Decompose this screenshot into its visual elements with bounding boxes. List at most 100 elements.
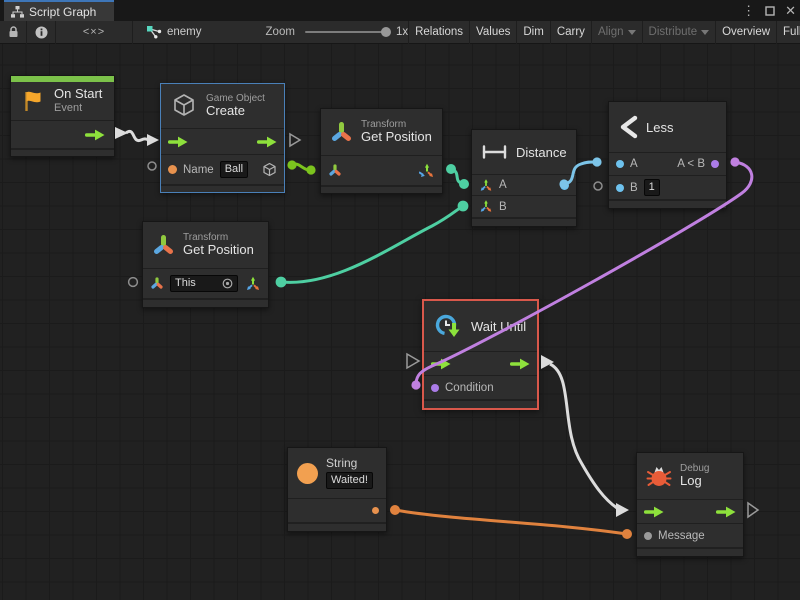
node-footer bbox=[11, 148, 114, 156]
flow-output-port[interactable] bbox=[85, 129, 105, 141]
zoom-value: 1x bbox=[396, 26, 408, 38]
zoom-slider[interactable] bbox=[305, 31, 389, 33]
number-input-port[interactable] bbox=[616, 160, 624, 168]
port-label: A bbox=[630, 158, 638, 170]
wire-string-string-debuglog bbox=[395, 510, 627, 534]
flow-input-port[interactable] bbox=[431, 358, 451, 370]
number-output-port[interactable] bbox=[560, 181, 569, 190]
wire-endpoint bbox=[592, 157, 601, 166]
flow-input-port[interactable] bbox=[168, 136, 188, 148]
relations-button[interactable]: Relations bbox=[408, 21, 469, 44]
node-less[interactable]: Less A A < B B 1 bbox=[608, 101, 727, 209]
node-wait-until[interactable]: Wait Until Condition bbox=[424, 301, 537, 408]
zoom-slider-handle[interactable] bbox=[381, 27, 391, 37]
node-header: String Waited! bbox=[288, 448, 386, 498]
values-button[interactable]: Values bbox=[469, 21, 516, 44]
code-view-button[interactable]: <×> bbox=[56, 21, 132, 44]
wire-vector3-getposb-distance-b bbox=[281, 206, 463, 282]
lock-button[interactable] bbox=[0, 21, 26, 44]
chevron-down-icon bbox=[628, 30, 636, 35]
node-footer bbox=[143, 298, 268, 307]
align-dropdown[interactable]: Align bbox=[591, 21, 642, 44]
string-input-port[interactable] bbox=[168, 165, 177, 174]
distribute-dropdown[interactable]: Distribute bbox=[642, 21, 716, 44]
target-field[interactable]: This bbox=[170, 275, 238, 292]
unconnected-value-indicator bbox=[148, 162, 156, 170]
node-header: Less bbox=[609, 102, 726, 152]
node-header: Transform Get Position bbox=[143, 222, 268, 268]
output-row bbox=[288, 498, 386, 522]
vector3-input-port[interactable] bbox=[479, 178, 493, 193]
lock-icon bbox=[8, 26, 19, 38]
node-on-start[interactable]: On Start Event bbox=[10, 75, 115, 157]
vector3-input-port[interactable] bbox=[479, 199, 493, 214]
flow-input-port[interactable] bbox=[644, 506, 664, 518]
unconnected-value-indicator bbox=[594, 182, 602, 190]
dim-button[interactable]: Dim bbox=[516, 21, 549, 44]
game-object-cube-icon bbox=[170, 92, 198, 120]
node-title: Get Position bbox=[183, 243, 254, 258]
node-string[interactable]: String Waited! bbox=[287, 447, 387, 532]
window-menu-icon[interactable]: ⋮ bbox=[742, 0, 755, 21]
name-value-field[interactable]: Ball bbox=[220, 161, 248, 178]
graph-canvas[interactable]: On Start Event G bbox=[0, 44, 800, 600]
wire-endpoint bbox=[459, 179, 469, 189]
port-row: This bbox=[143, 268, 268, 298]
wire-endpoint bbox=[411, 380, 420, 389]
b-value-field[interactable]: 1 bbox=[644, 179, 660, 196]
info-icon bbox=[35, 26, 48, 39]
flow-output-port[interactable] bbox=[716, 506, 736, 518]
distance-icon bbox=[481, 144, 508, 160]
node-distance[interactable]: Distance A B bbox=[471, 129, 577, 227]
unconnected-flow-indicator bbox=[407, 354, 419, 368]
info-button[interactable] bbox=[27, 21, 55, 44]
overview-button[interactable]: Overview bbox=[715, 21, 776, 44]
vector3-output-port[interactable] bbox=[419, 163, 435, 179]
string-type-icon bbox=[297, 463, 318, 484]
flow-output-port[interactable] bbox=[257, 136, 277, 148]
node-footer bbox=[424, 399, 537, 408]
vector3-output-port[interactable] bbox=[245, 276, 261, 292]
boolean-output-port[interactable] bbox=[711, 160, 719, 168]
node-header: Distance bbox=[472, 130, 576, 174]
port-label: Name bbox=[183, 164, 214, 176]
close-icon[interactable]: ✕ bbox=[785, 0, 796, 21]
flow-row bbox=[637, 499, 743, 523]
node-get-position-b[interactable]: Transform Get Position This bbox=[142, 221, 269, 308]
node-create-game-object[interactable]: Game Object Create Name Ball bbox=[160, 83, 285, 193]
number-input-port[interactable] bbox=[616, 184, 624, 192]
node-header: On Start Event bbox=[11, 82, 114, 120]
tab-script-graph[interactable]: Script Graph bbox=[4, 0, 114, 21]
code-icon: <×> bbox=[83, 26, 105, 38]
flow-arrowhead bbox=[147, 134, 159, 146]
wire-gameobject-create-getposition bbox=[292, 164, 311, 170]
transform-input-port[interactable] bbox=[150, 277, 164, 290]
transform-icon bbox=[152, 234, 175, 257]
node-title: Log bbox=[680, 474, 709, 489]
string-value-field[interactable]: Waited! bbox=[326, 472, 373, 489]
node-footer bbox=[472, 217, 576, 226]
game-object-output-port[interactable] bbox=[262, 162, 277, 177]
result-label: A < B bbox=[677, 158, 705, 170]
flow-output-port[interactable] bbox=[510, 358, 530, 370]
carry-button[interactable]: Carry bbox=[550, 21, 591, 44]
graph-tab-icon bbox=[11, 6, 24, 18]
string-output-port[interactable] bbox=[372, 507, 379, 514]
full-screen-button[interactable]: Full Screen bbox=[776, 21, 800, 44]
node-get-position-a[interactable]: Transform Get Position bbox=[320, 108, 443, 194]
flow-arrowhead bbox=[541, 355, 554, 369]
maximize-icon[interactable] bbox=[765, 6, 775, 16]
transform-input-port[interactable] bbox=[328, 164, 342, 177]
port-label: B bbox=[499, 201, 507, 213]
node-footer bbox=[321, 185, 442, 193]
message-input-port[interactable] bbox=[644, 532, 652, 540]
boolean-input-port[interactable] bbox=[431, 384, 439, 392]
wire-endpoint bbox=[446, 164, 456, 174]
wire-endpoint bbox=[306, 165, 315, 174]
tab-bar: Script Graph ⋮ ✕ bbox=[0, 0, 800, 21]
toolbar-buttons: Relations Values Dim Carry Align Distrib… bbox=[408, 21, 800, 44]
node-header: Transform Get Position bbox=[321, 109, 442, 155]
node-debug-log[interactable]: Debug Log Message bbox=[636, 452, 744, 557]
object-picker-icon[interactable] bbox=[222, 278, 233, 289]
node-title: Get Position bbox=[361, 130, 432, 145]
